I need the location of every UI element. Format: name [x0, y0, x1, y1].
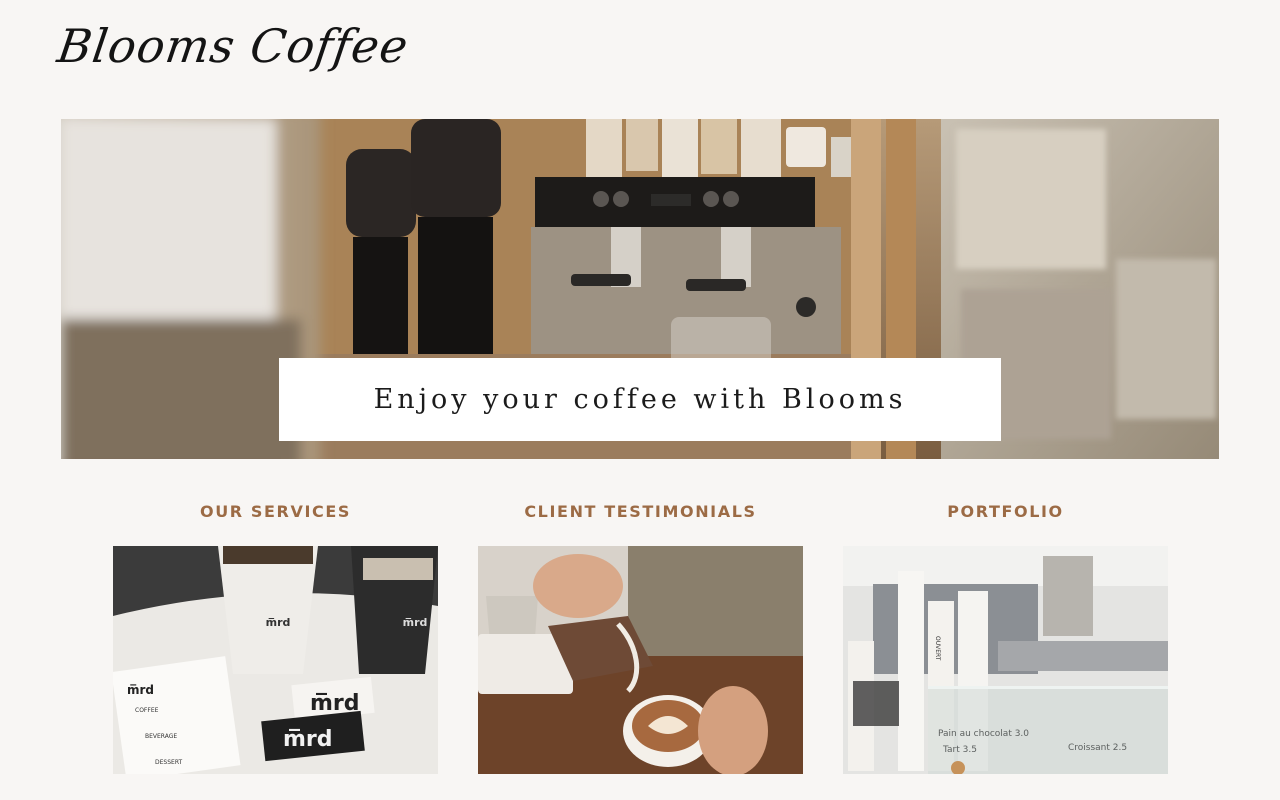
- section-portfolio: PORTFOLIO OUVERT Pain au chocolat 3.0 Ta…: [843, 500, 1168, 774]
- services-photo[interactable]: m̅rd m̅rd m̅rd COFFEE BEVERAGE DESSERT m…: [113, 546, 438, 774]
- hero-banner: Enjoy your coffee with Blooms: [279, 358, 1001, 441]
- chalk-text-2: Tart 3.5: [942, 745, 977, 755]
- section-title-client-testimonials[interactable]: CLIENT TESTIMONIALS: [478, 500, 803, 524]
- menu-coffee: COFFEE: [135, 707, 159, 714]
- hero-image: Enjoy your coffee with Blooms: [61, 119, 1219, 459]
- chalk-text-1: Pain au chocolat 3.0: [938, 729, 1029, 739]
- services-image: m̅rd m̅rd m̅rd COFFEE BEVERAGE DESSERT m…: [113, 546, 438, 774]
- site-logo[interactable]: Blooms Coffee: [53, 14, 412, 78]
- cup-brand-white: m̅rd: [266, 616, 291, 629]
- card-brand-dark: m̅rd: [283, 727, 333, 752]
- hero-tagline: Enjoy your coffee with Blooms: [373, 384, 907, 415]
- testimonials-image: [478, 546, 803, 774]
- testimonials-photo[interactable]: [478, 546, 803, 774]
- section-client-testimonials: CLIENT TESTIMONIALS: [478, 500, 803, 774]
- menu-dessert: DESSERT: [155, 759, 183, 766]
- section-our-services: OUR SERVICES m̅rd m̅rd m̅rd COFFEE BEVER…: [113, 500, 438, 774]
- section-title-portfolio[interactable]: PORTFOLIO: [843, 500, 1168, 524]
- cup-brand-black: m̅rd: [403, 616, 428, 629]
- menu-beverage: BEVERAGE: [145, 733, 177, 740]
- section-title-our-services[interactable]: OUR SERVICES: [113, 500, 438, 524]
- portfolio-photo[interactable]: OUVERT Pain au chocolat 3.0 Tart 3.5 Cro…: [843, 546, 1168, 774]
- portfolio-image: OUVERT Pain au chocolat 3.0 Tart 3.5 Cro…: [843, 546, 1168, 774]
- cup-stack-label: OUVERT: [934, 636, 941, 661]
- chalk-text-3: Croissant 2.5: [1068, 743, 1127, 753]
- menu-brand: m̅rd: [127, 683, 154, 697]
